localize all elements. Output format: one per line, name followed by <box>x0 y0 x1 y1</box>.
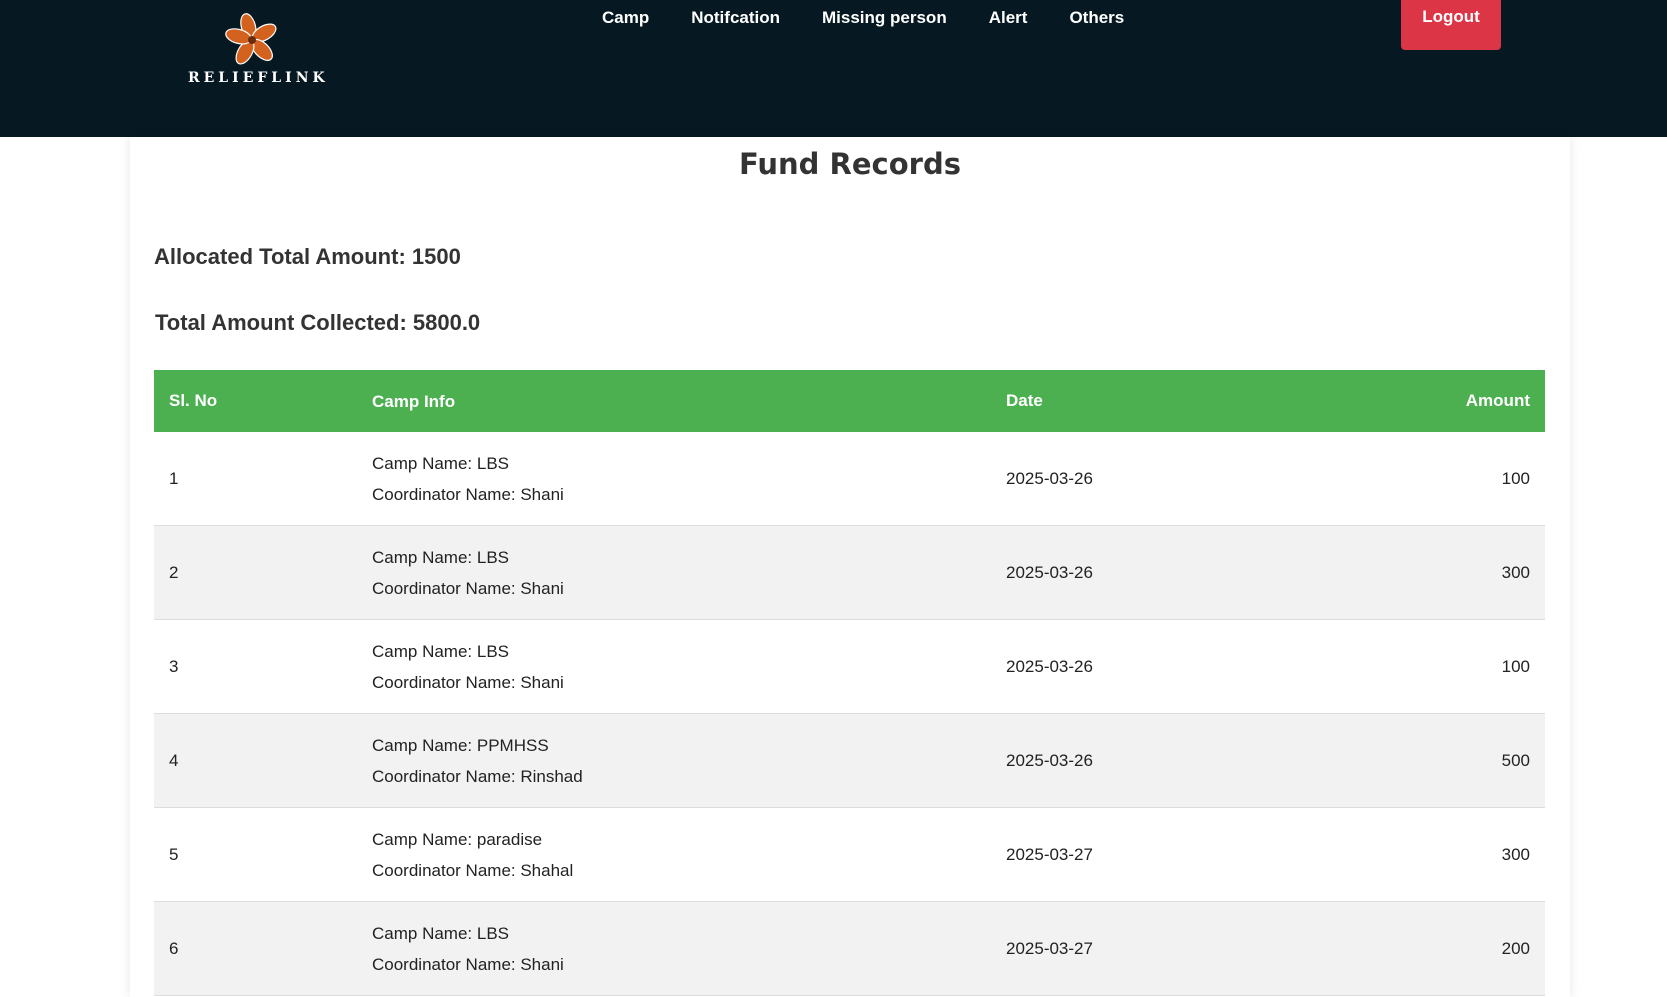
cell-sl-no: 3 <box>154 619 357 714</box>
cell-sl-no: 6 <box>154 901 357 996</box>
cell-camp-info: Camp Name: LBS Coordinator Name: Shani <box>357 619 991 714</box>
nav-missing-person[interactable]: Missing person <box>822 8 947 28</box>
coordinator-name: Coordinator Name: Shani <box>372 484 564 504</box>
cell-date: 2025-03-27 <box>991 901 1321 996</box>
table-row: 6 Camp Name: LBS Coordinator Name: Shani… <box>154 901 1545 996</box>
relieflink-logo[interactable]: RELIEFLINK <box>180 8 325 93</box>
brand-name: RELIEFLINK <box>188 70 329 86</box>
table-header-row: Sl. No Camp Info Date Amount <box>154 370 1545 432</box>
table-row: 3 Camp Name: LBS Coordinator Name: Shani… <box>154 619 1545 714</box>
cell-date: 2025-03-26 <box>991 432 1321 526</box>
cell-amount: 200 <box>1321 901 1545 996</box>
camp-name: Camp Name: LBS <box>372 641 509 661</box>
collected-total: Total Amount Collected: 5800.0 <box>155 310 481 335</box>
header-sl-no: Sl. No <box>169 391 218 410</box>
cell-camp-info: Camp Name: LBS Coordinator Name: Shani <box>357 525 991 620</box>
camp-name: Camp Name: PPMHSS <box>372 735 549 755</box>
logout-button[interactable]: Logout <box>1401 0 1501 50</box>
nav-others[interactable]: Others <box>1069 8 1124 28</box>
nav-camp[interactable]: Camp <box>602 8 649 28</box>
cell-date: 2025-03-26 <box>991 713 1321 808</box>
cell-camp-info: Camp Name: LBS Coordinator Name: Shani <box>357 432 991 526</box>
coordinator-name: Coordinator Name: Shani <box>372 578 564 598</box>
cell-date: 2025-03-27 <box>991 807 1321 902</box>
camp-name: Camp Name: LBS <box>372 923 509 943</box>
cell-amount: 300 <box>1321 525 1545 620</box>
flower-logo-icon <box>225 13 277 65</box>
page-title: Fund Records <box>739 147 961 181</box>
camp-name: Camp Name: LBS <box>372 453 509 473</box>
cell-sl-no: 1 <box>154 432 357 526</box>
camp-name: Camp Name: paradise <box>372 829 543 849</box>
cell-date: 2025-03-26 <box>991 619 1321 714</box>
cell-date: 2025-03-26 <box>991 525 1321 620</box>
table-row: 5 Camp Name: paradise Coordinator Name: … <box>154 807 1545 902</box>
coordinator-name: Coordinator Name: Shani <box>372 954 564 974</box>
main-nav: Camp Notifcation Missing person Alert Ot… <box>602 8 1124 28</box>
cell-camp-info: Camp Name: LBS Coordinator Name: Shani <box>357 901 991 996</box>
nav-notification[interactable]: Notifcation <box>691 8 780 28</box>
cell-amount: 300 <box>1321 807 1545 902</box>
allocated-total: Allocated Total Amount: 1500 <box>154 244 461 269</box>
table-row: 1 Camp Name: LBS Coordinator Name: Shani… <box>154 432 1545 526</box>
camp-name: Camp Name: LBS <box>372 547 509 567</box>
fund-records-table: Sl. No Camp Info Date Amount 1 Camp Name… <box>154 370 1545 996</box>
header-amount: Amount <box>1465 391 1530 410</box>
cell-camp-info: Camp Name: paradise Coordinator Name: Sh… <box>357 807 991 902</box>
cell-sl-no: 2 <box>154 525 357 620</box>
table-row: 2 Camp Name: LBS Coordinator Name: Shani… <box>154 525 1545 620</box>
cell-amount: 500 <box>1321 713 1545 808</box>
cell-sl-no: 4 <box>154 713 357 808</box>
cell-amount: 100 <box>1321 619 1545 714</box>
cell-sl-no: 5 <box>154 807 357 902</box>
coordinator-name: Coordinator Name: Shani <box>372 672 564 692</box>
nav-alert[interactable]: Alert <box>989 8 1028 28</box>
header-camp-info: Camp Info <box>372 391 456 411</box>
navbar: RELIEFLINK Camp Notifcation Missing pers… <box>0 0 1667 137</box>
fund-records-card: Fund Records Allocated Total Amount: 150… <box>130 137 1570 997</box>
coordinator-name: Coordinator Name: Rinshad <box>372 766 583 786</box>
cell-amount: 100 <box>1321 432 1545 526</box>
coordinator-name: Coordinator Name: Shahal <box>372 860 574 880</box>
header-date: Date <box>1006 391 1043 410</box>
table-row: 4 Camp Name: PPMHSS Coordinator Name: Ri… <box>154 713 1545 808</box>
cell-camp-info: Camp Name: PPMHSS Coordinator Name: Rins… <box>357 713 991 808</box>
